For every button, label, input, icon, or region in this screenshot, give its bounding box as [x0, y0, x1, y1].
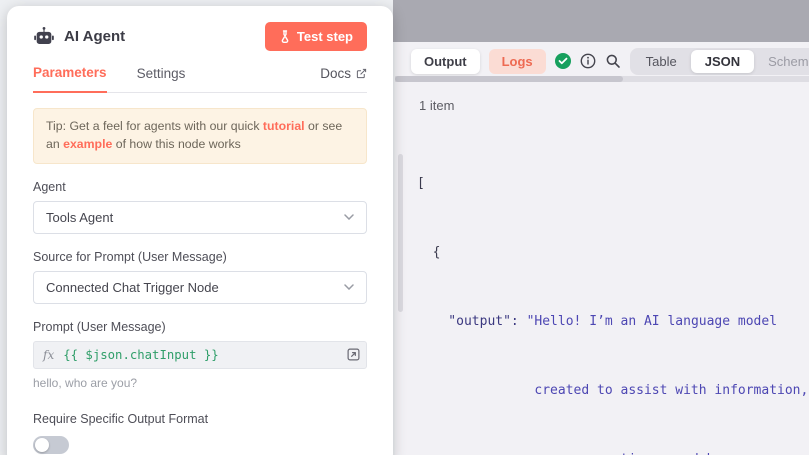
docs-link[interactable]: Docs [320, 66, 367, 92]
info-icon[interactable] [580, 53, 596, 70]
robot-icon [33, 26, 55, 48]
view-switcher: Table JSON Schema [630, 48, 809, 75]
output-format-toggle[interactable] [33, 436, 69, 454]
json-line: created to assist with information, [417, 379, 809, 402]
agent-field-label: Agent [33, 180, 367, 194]
source-field-label: Source for Prompt (User Message) [33, 250, 367, 264]
search-icon[interactable] [605, 53, 621, 70]
prompt-helper-text: hello, who are you? [33, 376, 367, 390]
source-select[interactable]: Connected Chat Trigger Node [33, 271, 367, 304]
view-schema[interactable]: Schema [754, 50, 809, 73]
output-panel: Output Logs Table JSON Schema 1 item [ {… [395, 42, 809, 455]
tip-text: of how this node works [112, 137, 241, 151]
panel-resize-handle[interactable] [398, 154, 403, 312]
view-table[interactable]: Table [632, 50, 691, 73]
output-format-label: Require Specific Output Format [33, 412, 367, 426]
success-check-icon [555, 53, 571, 70]
json-output-view: [ { "output": "Hello! I’m an AI language… [417, 126, 809, 455]
output-controls-row: Output Logs Table JSON Schema [395, 42, 809, 74]
node-settings-panel: AI Agent Test step Parameters Settings D… [7, 6, 393, 455]
external-link-icon [356, 68, 367, 79]
source-select-value: Connected Chat Trigger Node [46, 280, 219, 295]
expand-expression-icon[interactable] [340, 342, 366, 368]
toggle-knob [35, 438, 49, 452]
horizontal-scrollbar[interactable] [395, 76, 809, 82]
flask-icon [279, 30, 291, 43]
tab-settings[interactable]: Settings [137, 66, 186, 92]
json-line: "output": "Hello! I’m an AI language mod… [417, 310, 809, 333]
tip-text: Tip: Get a feel for agents with our quic… [46, 119, 263, 133]
expression-code[interactable]: {{ $json.chatInput }} [63, 348, 218, 362]
test-step-label: Test step [297, 29, 353, 44]
test-step-button[interactable]: Test step [265, 22, 367, 51]
canvas-backdrop [393, 0, 809, 42]
example-link[interactable]: example [63, 137, 112, 151]
tab-output[interactable]: Output [411, 49, 480, 74]
json-line: [ [417, 172, 809, 195]
tab-parameters[interactable]: Parameters [33, 65, 107, 93]
view-json[interactable]: JSON [691, 50, 754, 73]
fx-badge: fx [34, 348, 63, 362]
node-header: AI Agent Test step [33, 6, 367, 51]
tab-logs[interactable]: Logs [489, 49, 546, 74]
prompt-expression-input[interactable]: fx {{ $json.chatInput }} [33, 341, 367, 369]
prompt-field-label: Prompt (User Message) [33, 320, 367, 334]
agent-select-value: Tools Agent [46, 210, 113, 225]
agent-select[interactable]: Tools Agent [33, 201, 367, 234]
chevron-down-icon [344, 284, 354, 290]
horizontal-scrollbar-thumb[interactable] [395, 76, 623, 82]
tip-callout: Tip: Get a feel for agents with our quic… [33, 108, 367, 164]
chevron-down-icon [344, 214, 354, 220]
items-count: 1 item [419, 98, 809, 113]
json-line: { [417, 241, 809, 264]
node-title: AI Agent [64, 28, 125, 45]
json-line: answer questions, and have [417, 448, 809, 455]
tutorial-link[interactable]: tutorial [263, 119, 305, 133]
docs-label: Docs [320, 66, 351, 81]
node-tabs: Parameters Settings Docs [33, 65, 367, 93]
